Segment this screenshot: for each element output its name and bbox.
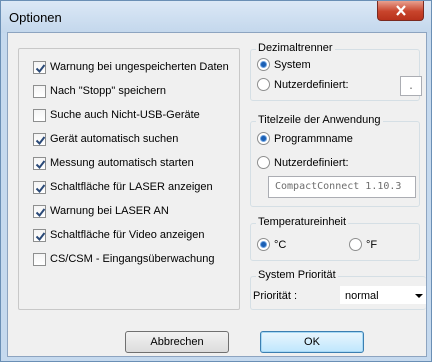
checkbox[interactable] [33,252,46,266]
checkbox[interactable] [33,228,46,242]
radio-button[interactable] [257,132,270,145]
check-icon [35,207,46,217]
priority-value: normal [345,290,379,302]
option-label: Suche auch Nicht-USB-Geräte [50,109,200,121]
title-bar[interactable]: Optionen [1,1,431,33]
option-row[interactable]: Schaltfläche für LASER anzeigen [33,179,213,195]
option-label: Messung automatisch starten [50,157,194,169]
options-dialog: Optionen Warnung bei ungespeicherten Dat… [0,0,432,362]
option-label: Gerät automatisch suchen [50,133,179,145]
option-row[interactable]: Schaltfläche für Video anzeigen [33,227,205,243]
priority-select[interactable]: normal [340,286,426,304]
system-priority-group: System Priorität Priorität : normal [250,269,426,310]
radio-label: System [274,58,311,71]
title-custom-option[interactable]: Nutzerdefiniert: [257,156,349,169]
dialog-body: Warnung bei ungespeicherten Daten Nach "… [7,32,427,357]
option-label: CS/CSM - Eingangsüberwachung [50,253,215,265]
option-row[interactable]: Messung automatisch starten [33,155,194,171]
radio-label: Nutzerdefiniert: [274,78,349,91]
radio-button[interactable] [257,238,270,251]
option-label: Nach "Stopp" speichern [50,85,167,97]
option-label: Warnung bei LASER AN [50,205,169,217]
cancel-button[interactable]: Abbrechen [125,331,229,353]
ok-button[interactable]: OK [260,331,364,353]
title-program-option[interactable]: Programmname [257,132,353,145]
radio-button[interactable] [257,78,270,91]
radio-label: °F [366,238,378,251]
radio-button[interactable] [349,238,362,251]
close-icon [395,5,406,16]
check-icon [35,159,46,169]
option-row[interactable]: Nach "Stopp" speichern [33,83,166,99]
group-title: Dezimaltrenner [256,42,335,54]
option-label: Schaltfläche für LASER anzeigen [50,181,213,193]
checkbox[interactable] [33,60,46,74]
check-icon [35,135,46,145]
checkbox[interactable] [33,84,46,98]
checkbox[interactable] [33,132,46,146]
chevron-down-icon[interactable] [415,294,423,298]
celsius-option[interactable]: °C [257,238,286,251]
priority-label: Priorität : [253,290,298,302]
option-row[interactable]: Gerät automatisch suchen [33,131,178,147]
check-icon [35,231,46,241]
checkbox[interactable] [33,204,46,218]
checkbox[interactable] [33,156,46,170]
title-line-group: Titelzeile der Anwendung Programmname Nu… [250,114,420,207]
radio-button[interactable] [257,156,270,169]
radio-label: Programmname [274,132,353,145]
general-options-panel: Warnung bei ungespeicherten Daten Nach "… [18,48,240,310]
decimal-custom-option[interactable]: Nutzerdefiniert: [257,78,349,91]
radio-label: °C [274,238,287,251]
temperature-unit-group: Temperatureinheit °C °F [250,216,420,261]
group-title: Temperatureinheit [256,216,349,228]
checkbox[interactable] [33,180,46,194]
option-row[interactable]: CS/CSM - Eingangsüberwachung [33,251,214,267]
radio-label: Nutzerdefiniert: [274,156,349,169]
window-title: Optionen [9,10,62,25]
close-button[interactable] [377,1,424,21]
decimal-custom-input[interactable]: . [400,76,422,96]
title-custom-input[interactable]: CompactConnect 1.10.3 [268,176,416,198]
group-title: Titelzeile der Anwendung [256,114,383,126]
decimal-separator-group: Dezimaltrenner System Nutzerdefiniert: . [250,42,422,101]
check-icon [35,183,46,193]
option-label: Schaltfläche für Video anzeigen [50,229,205,241]
option-row[interactable]: Suche auch Nicht-USB-Geräte [33,107,200,123]
option-row[interactable]: Warnung bei ungespeicherten Daten [33,59,229,75]
decimal-system-option[interactable]: System [257,58,311,71]
option-label: Warnung bei ungespeicherten Daten [50,61,229,73]
checkbox[interactable] [33,108,46,122]
group-title: System Priorität [256,269,338,281]
check-icon [35,63,46,73]
fahrenheit-option[interactable]: °F [349,238,377,251]
option-row[interactable]: Warnung bei LASER AN [33,203,169,219]
radio-button[interactable] [257,58,270,71]
